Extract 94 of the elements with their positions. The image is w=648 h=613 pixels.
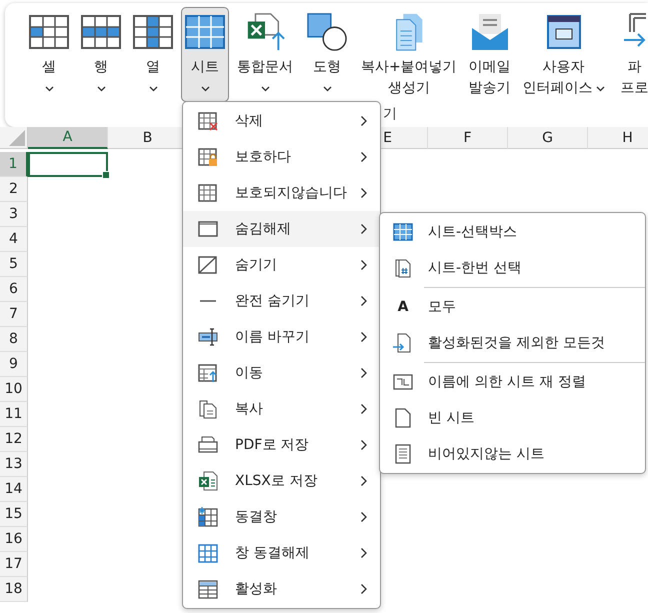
table-icon <box>81 12 121 52</box>
column-header[interactable]: F <box>428 127 508 149</box>
document-icon <box>393 258 413 278</box>
slashed-square-icon <box>198 255 218 275</box>
chevron-icon <box>360 331 368 343</box>
menu-item[interactable]: 숨김해제 <box>183 211 380 247</box>
row-header[interactable]: 4 <box>0 227 28 252</box>
table-icon <box>198 579 218 599</box>
table-icon <box>198 147 218 167</box>
ribbon-button[interactable]: 셀 <box>25 7 73 102</box>
table-icon <box>133 12 173 52</box>
ribbon-button[interactable]: 사용자 인터페이스 <box>518 7 609 102</box>
table-icon <box>185 12 225 52</box>
ribbon-button[interactable]: 도형 <box>301 7 353 102</box>
chevron-icon <box>360 511 368 523</box>
row-header[interactable]: 16 <box>0 527 28 552</box>
row-header[interactable]: 18 <box>0 577 28 602</box>
ribbon-button[interactable]: 통합문서 <box>233 7 297 102</box>
window-icon <box>198 219 218 239</box>
rename-icon <box>198 327 218 347</box>
shapes-icon <box>305 12 349 52</box>
table-icon <box>29 12 69 52</box>
chevron-icon <box>360 151 368 163</box>
table-icon <box>198 543 218 563</box>
menu-item[interactable]: 완전 숨기기 <box>183 283 380 319</box>
menu-item[interactable]: 동결창 <box>183 499 380 535</box>
printer-icon <box>198 435 218 455</box>
menu-item[interactable]: 이동 <box>183 355 380 391</box>
menu-item[interactable]: 비어있지않는 시트 <box>380 436 645 472</box>
menu-item[interactable]: 창 동결해제 <box>183 535 380 571</box>
menu-item[interactable]: 이름 바꾸기 <box>183 319 380 355</box>
menu-item[interactable]: 이름에 의한 시트 재 정렬 <box>380 364 645 400</box>
row-header[interactable]: 1 <box>0 152 28 177</box>
menu-item[interactable]: 보호되지않습니다 <box>183 175 380 211</box>
chevron-icon <box>360 367 368 379</box>
ribbon-button[interactable]: 파 프로 <box>612 7 648 102</box>
menu-item[interactable]: XLSX로 저장 <box>183 463 380 499</box>
row-header[interactable]: 7 <box>0 302 28 327</box>
ribbon-button[interactable]: 이메일 발송기 <box>464 7 515 102</box>
column-header[interactable]: A <box>28 127 108 149</box>
row-header[interactable]: 10 <box>0 377 28 402</box>
blank-page-icon <box>394 408 412 428</box>
ribbon-button[interactable]: 행 <box>77 7 125 102</box>
chevron-icon <box>360 403 368 415</box>
chevron-icon <box>360 259 368 271</box>
row-header[interactable]: 17 <box>0 552 28 577</box>
table-icon <box>393 223 413 241</box>
menu-item[interactable]: 시트-선택박스 <box>380 214 645 250</box>
menu-item[interactable]: 활성화된것을 제외한 모든것 <box>380 325 645 361</box>
ribbon-button[interactable]: 열 <box>129 7 177 102</box>
menu-item[interactable]: 빈 시트 <box>380 400 645 436</box>
menu-item[interactable]: 시트-한번 선택 <box>380 250 645 286</box>
row-header[interactable]: 11 <box>0 402 28 427</box>
ribbon-button[interactable]: 시트 <box>181 7 229 102</box>
excel-file-icon <box>198 471 218 491</box>
row-header[interactable]: 3 <box>0 202 28 227</box>
active-cell[interactable] <box>28 152 108 177</box>
menu-item[interactable]: 숨기기 <box>183 247 380 283</box>
select-all-icon <box>9 130 25 146</box>
group-label: 기 <box>383 105 398 123</box>
ribbon-button[interactable]: 복사+붙여넣기 생성기 <box>357 7 461 102</box>
chevron-icon <box>360 187 368 199</box>
row-header[interactable]: 15 <box>0 502 28 527</box>
chevron-icon <box>360 439 368 451</box>
row-header[interactable]: 5 <box>0 252 28 277</box>
copy-icon <box>198 399 218 419</box>
chevron-icon <box>360 547 368 559</box>
document-arrow-icon <box>393 333 413 353</box>
row-header[interactable]: 9 <box>0 352 28 377</box>
sort-icon <box>393 374 413 390</box>
chevron-icon <box>360 295 368 307</box>
row-header[interactable]: 12 <box>0 427 28 452</box>
chevron-icon <box>360 475 368 487</box>
column-header[interactable]: H <box>588 127 648 149</box>
menu-item[interactable]: 활성화 <box>183 571 380 607</box>
menu-item[interactable]: 복사 <box>183 391 380 427</box>
text-page-icon <box>394 444 412 464</box>
dash-icon <box>199 299 217 303</box>
envelope-icon <box>470 12 510 52</box>
row-header[interactable]: 13 <box>0 452 28 477</box>
table-icon <box>198 111 218 131</box>
chevron-icon <box>360 223 368 235</box>
row-header[interactable]: 8 <box>0 327 28 352</box>
menu-item[interactable]: A 모두 <box>380 289 645 325</box>
chevron-icon <box>360 115 368 127</box>
row-header[interactable]: 6 <box>0 277 28 302</box>
table-icon <box>198 183 218 203</box>
row-header[interactable]: 14 <box>0 477 28 502</box>
window-icon <box>546 12 581 52</box>
freeze-icon <box>198 507 218 527</box>
column-header[interactable]: G <box>508 127 588 149</box>
menu-item[interactable]: PDF로 저장 <box>183 427 380 463</box>
row-header[interactable]: 2 <box>0 177 28 202</box>
chevron-icon <box>360 583 368 595</box>
